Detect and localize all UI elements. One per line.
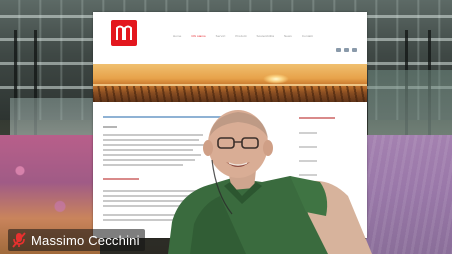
nav-item[interactable]: News bbox=[284, 34, 292, 38]
nav-item[interactable]: Contatti bbox=[302, 34, 313, 38]
article-subheading-text bbox=[103, 178, 139, 180]
twitter-icon[interactable] bbox=[344, 48, 349, 52]
nav-item[interactable]: Home bbox=[173, 34, 181, 38]
brand-logo-icon[interactable] bbox=[111, 20, 137, 46]
site-header: Home Chi siamo Servizi Prodotti Sostenibilit… bbox=[93, 12, 367, 62]
article-text-line bbox=[103, 126, 117, 128]
hero-banner bbox=[93, 64, 367, 102]
sun-glow bbox=[263, 74, 289, 84]
participant-ear-left bbox=[203, 140, 213, 156]
field-furrows bbox=[93, 86, 367, 102]
participant-name-tag: Massimo Cecchini bbox=[8, 229, 145, 251]
nav-item[interactable]: Servizi bbox=[216, 34, 226, 38]
participant-name: Massimo Cecchini bbox=[31, 232, 140, 248]
participant-ear-right bbox=[263, 140, 273, 156]
mic-muted-icon[interactable] bbox=[12, 232, 26, 248]
facebook-icon[interactable] bbox=[336, 48, 341, 52]
nav-item[interactable]: Sostenibilità bbox=[257, 34, 274, 38]
participant-video bbox=[168, 110, 372, 254]
linkedin-icon[interactable] bbox=[352, 48, 357, 52]
nav-item[interactable]: Prodotti bbox=[235, 34, 246, 38]
site-nav: Home Chi siamo Servizi Prodotti Sostenibilit… bbox=[173, 34, 313, 38]
nav-item[interactable]: Chi siamo bbox=[191, 34, 205, 38]
social-links bbox=[336, 48, 357, 52]
